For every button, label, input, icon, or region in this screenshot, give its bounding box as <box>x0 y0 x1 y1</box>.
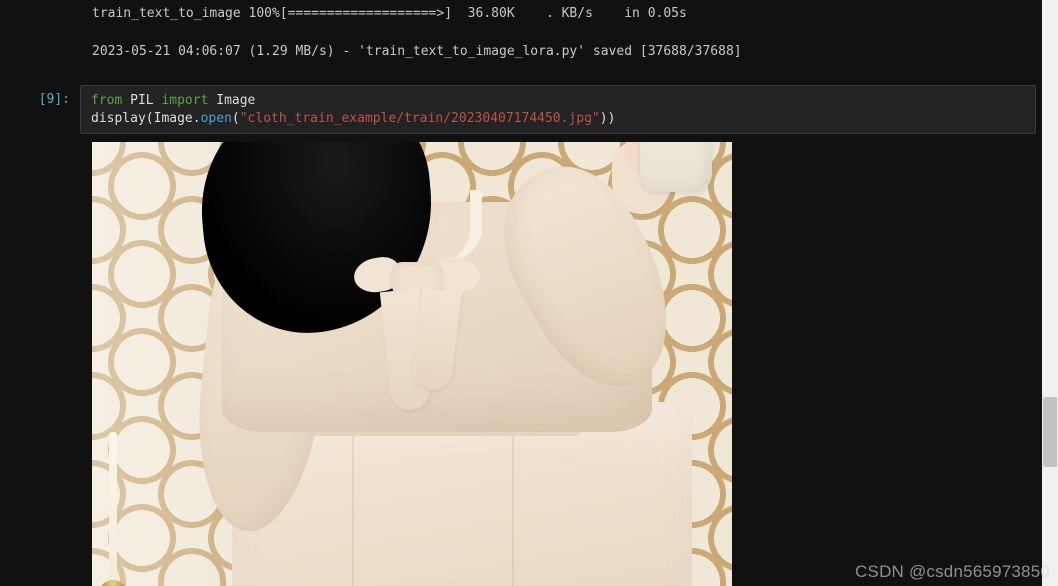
code-input-area[interactable]: from PIL import Image display(Image.open… <box>80 85 1036 134</box>
output-image <box>92 142 732 586</box>
input-prompt: [9]: <box>20 85 80 134</box>
paren: )) <box>600 111 616 126</box>
method-open: open <box>201 111 232 126</box>
class-image: Image <box>216 93 255 108</box>
wget-progress-line: train_text_to_image 100%[===============… <box>92 0 1038 28</box>
code-line-2: display(Image.open("cloth_train_example/… <box>91 110 1025 128</box>
wget-saved-line: 2023-05-21 04:06:07 (1.29 MB/s) - 'train… <box>92 38 1038 66</box>
paren: ( <box>232 111 240 126</box>
scrollbar-track[interactable] <box>1042 0 1058 586</box>
scrollbar-thumb[interactable] <box>1043 397 1057 467</box>
string-path: "cloth_train_example/train/2023040717445… <box>240 111 600 126</box>
paren: ( <box>146 111 154 126</box>
keyword-from: from <box>91 93 122 108</box>
figure-hanbok <box>172 142 732 586</box>
fn-display: display <box>91 111 146 126</box>
code-line-1: from PIL import Image <box>91 92 1025 110</box>
notebook-container[interactable]: train_text_to_image 100%[===============… <box>0 0 1058 586</box>
keyword-import: import <box>161 93 208 108</box>
code-cell: [9]: from PIL import Image display(Image… <box>20 85 1038 134</box>
candle <box>102 422 122 586</box>
module-pil: PIL <box>130 93 153 108</box>
image-open: Image. <box>154 111 201 126</box>
